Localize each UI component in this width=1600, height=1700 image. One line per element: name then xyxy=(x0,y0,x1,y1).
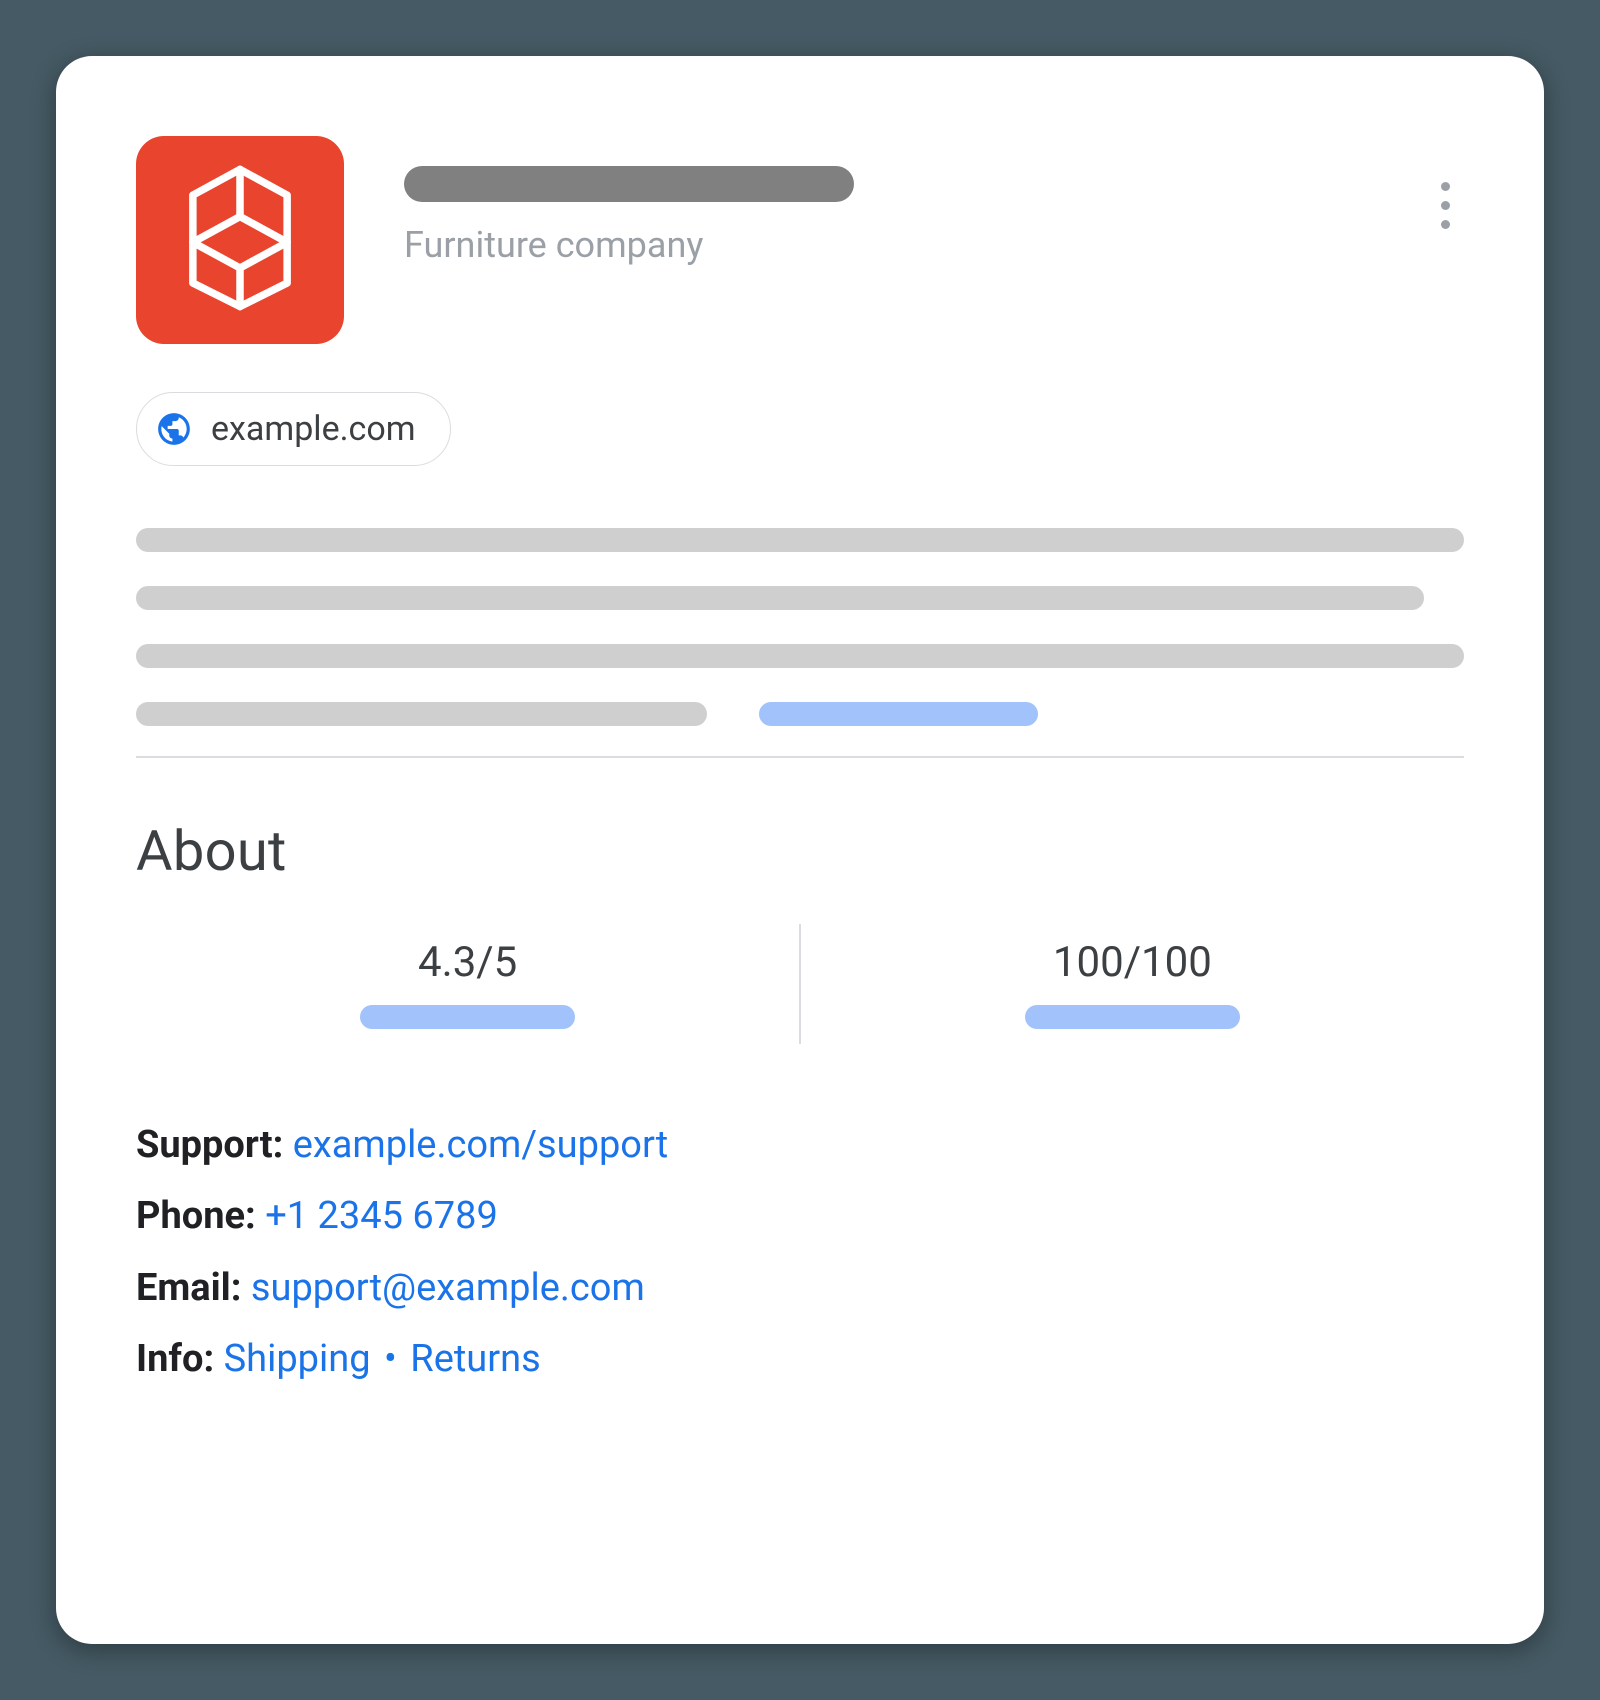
more-options-button[interactable] xyxy=(1435,176,1456,235)
knowledge-panel-card: Furniture company example.com Abo xyxy=(56,56,1544,1644)
about-heading: About xyxy=(136,818,1464,884)
description-link-placeholder[interactable] xyxy=(759,702,1038,726)
stat-score-value: 100/100 xyxy=(1053,938,1212,987)
card-header: Furniture company xyxy=(136,136,1464,344)
globe-icon xyxy=(155,410,193,448)
email-row: Email: support@example.com xyxy=(136,1265,1464,1313)
more-vert-icon xyxy=(1441,201,1450,210)
chair-icon xyxy=(175,163,305,317)
phone-link[interactable]: +1 2345 6789 xyxy=(265,1194,498,1238)
website-chip-row: example.com xyxy=(136,392,1464,466)
contact-block: Support: example.com/support Phone: +1 2… xyxy=(136,1122,1464,1384)
email-label: Email: xyxy=(136,1266,241,1310)
phone-label: Phone: xyxy=(136,1194,256,1238)
header-text-block: Furniture company xyxy=(404,136,854,266)
phone-row: Phone: +1 2345 6789 xyxy=(136,1193,1464,1241)
more-vert-icon xyxy=(1441,220,1450,229)
stat-rating: 4.3/5 xyxy=(136,914,799,1054)
support-row: Support: example.com/support xyxy=(136,1122,1464,1170)
description-block xyxy=(136,528,1464,726)
info-shipping-link[interactable]: Shipping xyxy=(224,1337,371,1381)
merchant-category: Furniture company xyxy=(404,224,854,266)
stat-label-placeholder xyxy=(360,1005,575,1029)
email-link[interactable]: support@example.com xyxy=(251,1266,645,1310)
stat-score: 100/100 xyxy=(801,914,1464,1054)
description-line xyxy=(136,586,1424,610)
merchant-name-placeholder xyxy=(404,166,854,202)
more-vert-icon xyxy=(1441,182,1450,191)
website-chip-label: example.com xyxy=(211,409,416,449)
description-line xyxy=(136,528,1464,552)
section-divider xyxy=(136,756,1464,758)
info-returns-link[interactable]: Returns xyxy=(410,1337,540,1381)
info-label: Info: xyxy=(136,1337,214,1381)
support-label: Support: xyxy=(136,1123,283,1167)
stat-rating-value: 4.3/5 xyxy=(418,938,517,987)
website-chip[interactable]: example.com xyxy=(136,392,451,466)
stats-row: 4.3/5 100/100 xyxy=(136,914,1464,1054)
info-separator: • xyxy=(384,1337,397,1381)
description-line xyxy=(136,644,1464,668)
support-link[interactable]: example.com/support xyxy=(293,1123,668,1167)
merchant-logo xyxy=(136,136,344,344)
info-row: Info: Shipping • Returns xyxy=(136,1336,1464,1384)
stat-label-placeholder xyxy=(1025,1005,1240,1029)
description-line xyxy=(136,702,707,726)
